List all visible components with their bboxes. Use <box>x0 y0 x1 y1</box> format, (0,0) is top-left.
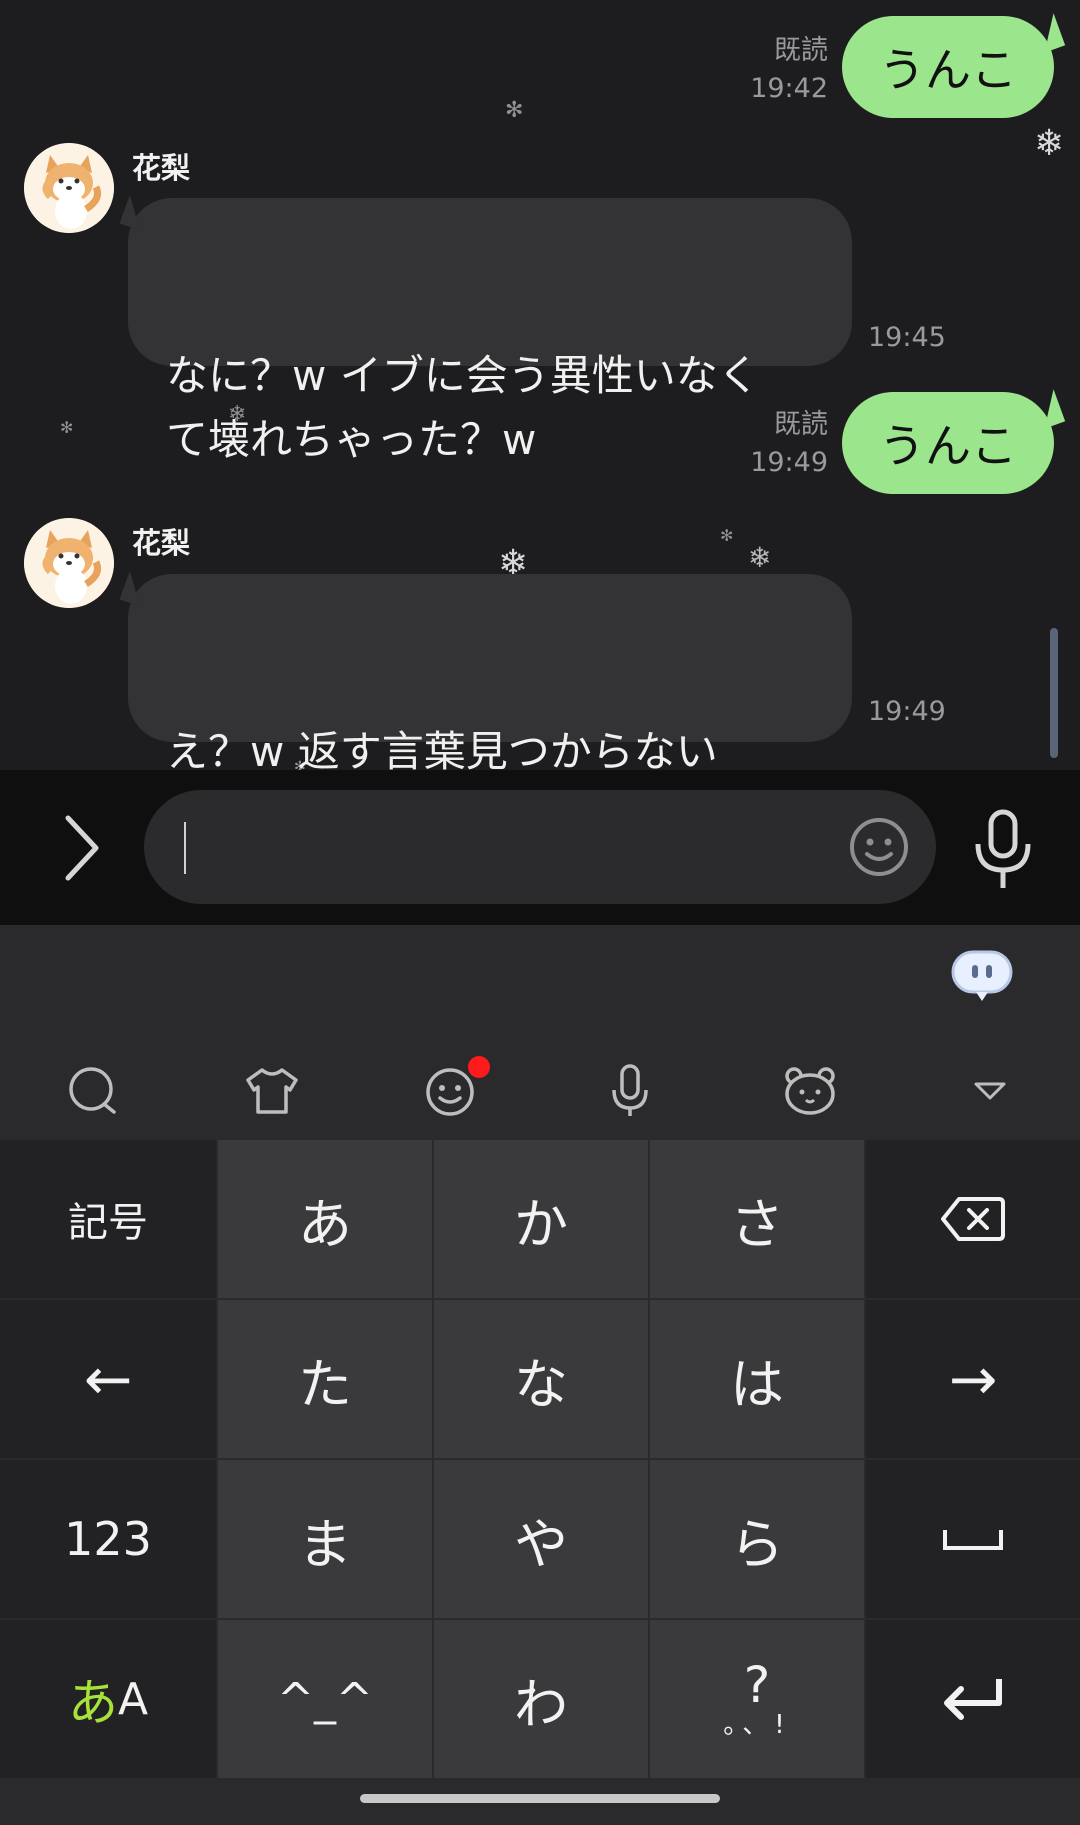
incoming-message-bubble[interactable]: なに？w イブに会う異性いなく て壊れちゃった？w <box>119 195 852 464</box>
key-ha[interactable]: は <box>650 1300 864 1458</box>
smiley-icon[interactable] <box>848 816 910 878</box>
assistant-bubble-icon[interactable] <box>950 949 1014 1003</box>
key-symbols[interactable]: 記号 <box>0 1140 216 1298</box>
key-label: ら <box>730 1512 784 1576</box>
read-receipt: 既読 <box>774 409 828 440</box>
keyboard: 記号 あ か さ ← た な は → 123 ま や ら あA ^_^ わ ? … <box>0 925 1080 1825</box>
snowflake-decoration: ✻ <box>720 526 734 545</box>
message-text: え？w 返す言葉見つからない よ…… <box>166 727 718 770</box>
bubble-tail <box>1032 13 1066 53</box>
text-caret <box>184 822 186 874</box>
backspace-key[interactable] <box>866 1140 1080 1298</box>
cursor-right-key[interactable]: → <box>866 1300 1080 1458</box>
mode-kana-label: あ <box>67 1674 118 1732</box>
message-time: 19:42 <box>750 73 828 104</box>
key-label: さ <box>730 1192 784 1256</box>
incoming-message-bubble[interactable]: え？w 返す言葉見つからない よ…… <box>119 571 852 770</box>
key-wa[interactable]: わ <box>434 1620 648 1778</box>
key-label: ← <box>83 1345 133 1413</box>
message-time: 19:45 <box>868 322 946 353</box>
avatar[interactable] <box>24 143 114 233</box>
home-indicator[interactable] <box>360 1794 720 1803</box>
avatar[interactable] <box>24 518 114 608</box>
backspace-icon <box>941 1197 1005 1241</box>
key-ra[interactable]: ら <box>650 1460 864 1618</box>
punct-main-label: ? <box>743 1656 771 1714</box>
key-ka[interactable]: か <box>434 1140 648 1298</box>
key-label: あ <box>298 1192 352 1256</box>
chevron-right-icon[interactable] <box>52 810 112 886</box>
key-na[interactable]: な <box>434 1300 648 1458</box>
outgoing-message-bubble[interactable]: うんこ <box>842 389 1066 494</box>
message-text-field[interactable] <box>144 790 936 904</box>
space-icon <box>943 1530 1003 1550</box>
key-label: や <box>514 1512 568 1576</box>
nav-bar <box>0 1780 1080 1825</box>
key-label: た <box>298 1352 352 1416</box>
space-key[interactable] <box>866 1460 1080 1618</box>
kana-keypad: 記号 あ か さ ← た な は → 123 ま や ら あA ^_^ わ ? … <box>0 1140 1080 1780</box>
enter-icon <box>944 1679 1002 1720</box>
message-text: うんこ <box>879 419 1017 473</box>
read-receipt: 既読 <box>774 35 828 66</box>
bear-sticker-icon[interactable] <box>782 1062 838 1118</box>
bubble-tail <box>1032 389 1066 429</box>
emoji-icon[interactable] <box>422 1056 490 1118</box>
message-meta: 既読 19:49 <box>750 406 828 482</box>
message-meta: 既読 19:42 <box>750 32 828 108</box>
voice-input-icon[interactable] <box>602 1062 658 1118</box>
message-time: 19:49 <box>868 696 946 727</box>
snowflake-decoration: ✻ <box>60 418 74 437</box>
key-label: な <box>514 1352 568 1416</box>
outgoing-message-bubble[interactable]: うんこ <box>842 13 1066 118</box>
enter-key[interactable] <box>866 1620 1080 1778</box>
message-text: うんこ <box>879 43 1017 97</box>
sender-name: 花梨 <box>132 526 191 560</box>
key-label: は <box>730 1352 784 1416</box>
notification-badge <box>468 1056 490 1078</box>
key-ma[interactable]: ま <box>218 1460 432 1618</box>
microphone-icon[interactable] <box>968 806 1038 892</box>
key-a[interactable]: あ <box>218 1140 432 1298</box>
key-kaomoji[interactable]: ^_^ <box>218 1620 432 1778</box>
punct-sub-label: 。、! <box>723 1710 791 1740</box>
key-label: 123 <box>64 1512 152 1566</box>
suggestion-strip <box>0 925 1080 1040</box>
key-ta[interactable]: た <box>218 1300 432 1458</box>
bubble-tail <box>119 571 151 607</box>
cursor-left-key[interactable]: ← <box>0 1300 216 1458</box>
key-label: ま <box>298 1512 352 1576</box>
chat-area[interactable]: ✻ ❄ ❄ ✻ ✻ ❄ ❄ ✻ 既読 19:42 うんこ 花梨 なに？w イブに… <box>0 0 1080 770</box>
numbers-key[interactable]: 123 <box>0 1460 216 1618</box>
input-mode-key[interactable]: あA <box>0 1620 216 1778</box>
message-time: 19:49 <box>750 447 828 478</box>
bubble-tail <box>119 195 151 231</box>
collapse-triangle-icon[interactable] <box>962 1062 1018 1118</box>
snowflake-decoration: ❄ <box>748 541 772 574</box>
keyboard-toolbar <box>0 1040 1080 1140</box>
chat-scrollbar[interactable] <box>1050 628 1058 758</box>
key-label: か <box>514 1192 568 1256</box>
sender-name: 花梨 <box>132 151 191 185</box>
key-label: 記号 <box>68 1200 148 1246</box>
shiba-dog-avatar-icon <box>24 143 114 233</box>
snowflake-decoration: ✻ <box>505 98 524 123</box>
snowflake-decoration: ❄ <box>1034 123 1065 164</box>
mode-latin-label: A <box>117 1673 149 1725</box>
shiba-dog-avatar-icon <box>24 518 114 608</box>
key-label: → <box>948 1345 998 1413</box>
search-chat-icon[interactable] <box>64 1062 120 1118</box>
message-input-bar <box>0 770 1080 925</box>
key-punctuation[interactable]: ? 。、! <box>650 1620 864 1778</box>
key-ya[interactable]: や <box>434 1460 648 1618</box>
message-text: なに？w イブに会う異性いなく て壊れちゃった？w <box>166 351 760 464</box>
key-sa[interactable]: さ <box>650 1140 864 1298</box>
key-label: ^_^ <box>277 1673 373 1725</box>
key-label: わ <box>514 1672 568 1736</box>
tshirt-theme-icon[interactable] <box>244 1062 300 1118</box>
